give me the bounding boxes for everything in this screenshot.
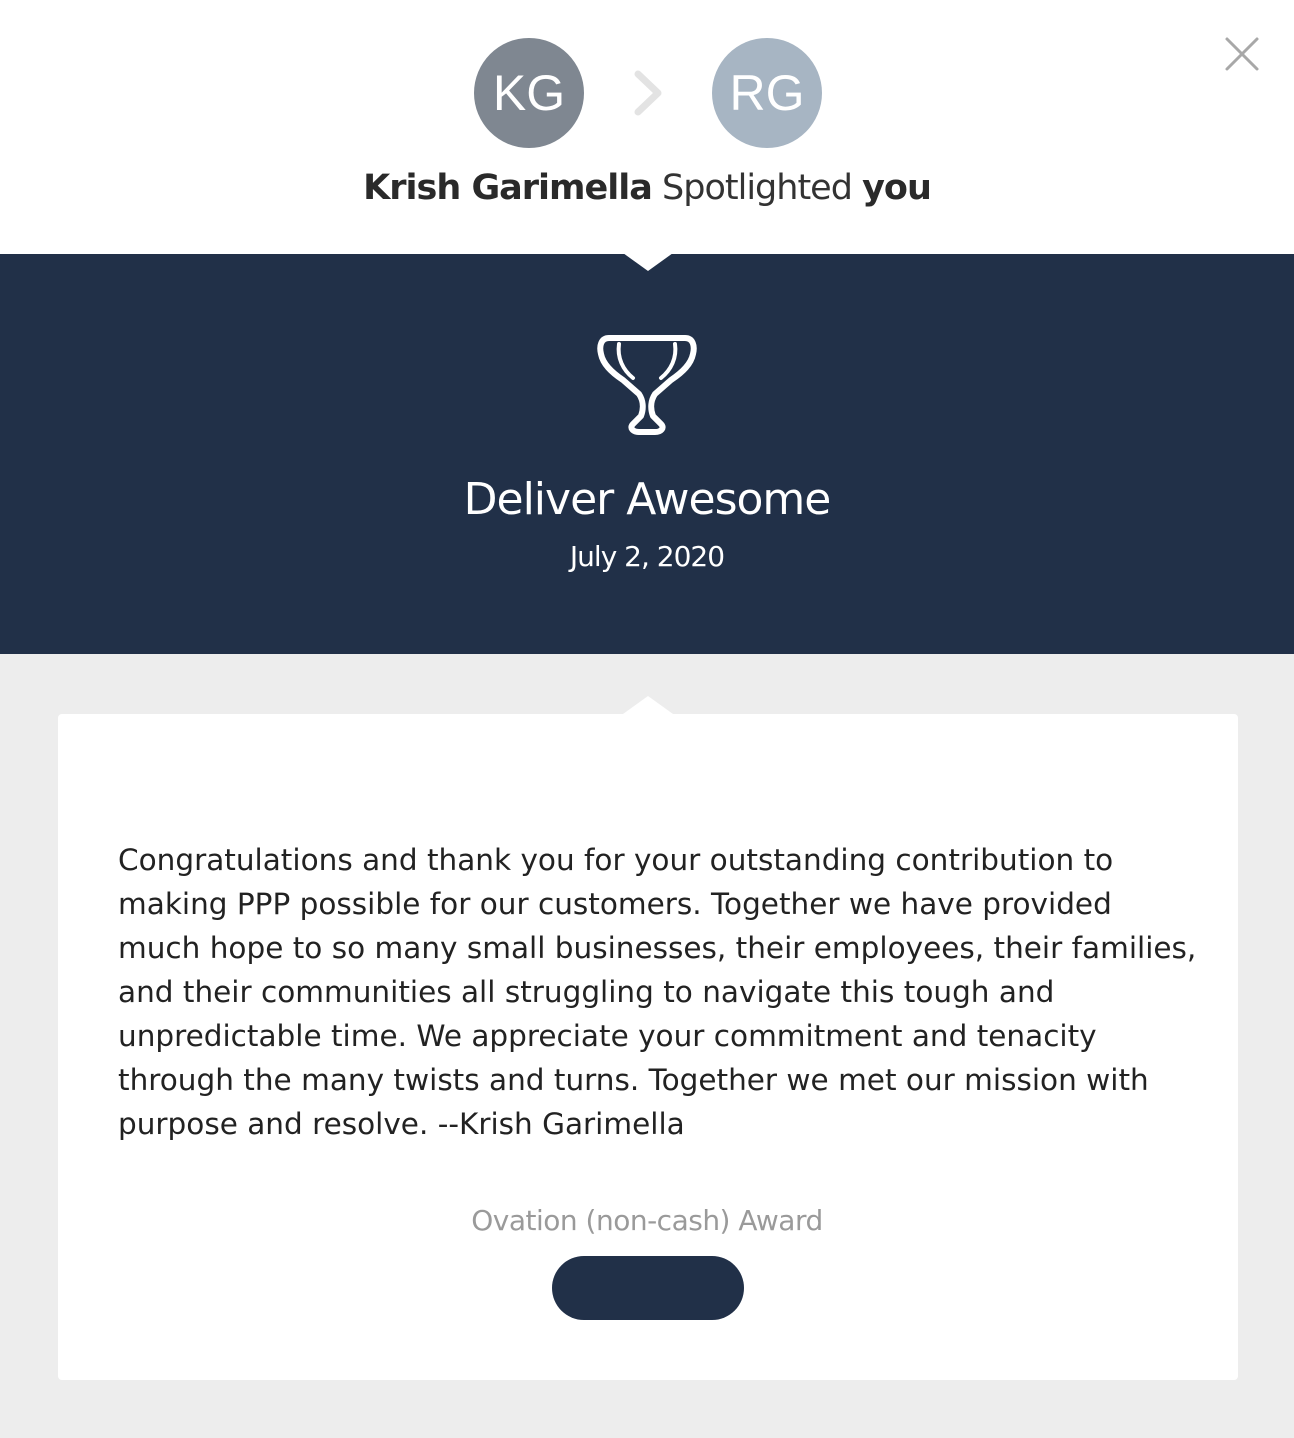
chevron-right-icon [634,70,662,116]
award-banner [0,254,1294,654]
spotlight-verb: Spotlighted [662,168,853,208]
recipient-avatar: RG [712,38,822,148]
sender-name: Krish Garimella [363,168,653,208]
close-icon[interactable] [1220,32,1264,76]
card-notch [623,696,673,714]
spotlight-headline: Krish Garimella Spotlighted you [0,168,1294,208]
banner-notch [623,253,673,271]
award-date: July 2, 2020 [569,540,725,573]
award-type-label: Ovation (non-cash) Award [471,1204,823,1237]
spotlight-header [0,0,1294,254]
sender-avatar: KG [474,38,584,148]
trophy-icon [597,335,697,435]
award-title: Deliver Awesome [463,474,832,525]
award-action-button[interactable] [552,1256,744,1320]
recipient-name: you [862,168,932,208]
spotlight-message: Congratulations and thank you for your o… [118,843,1197,1141]
